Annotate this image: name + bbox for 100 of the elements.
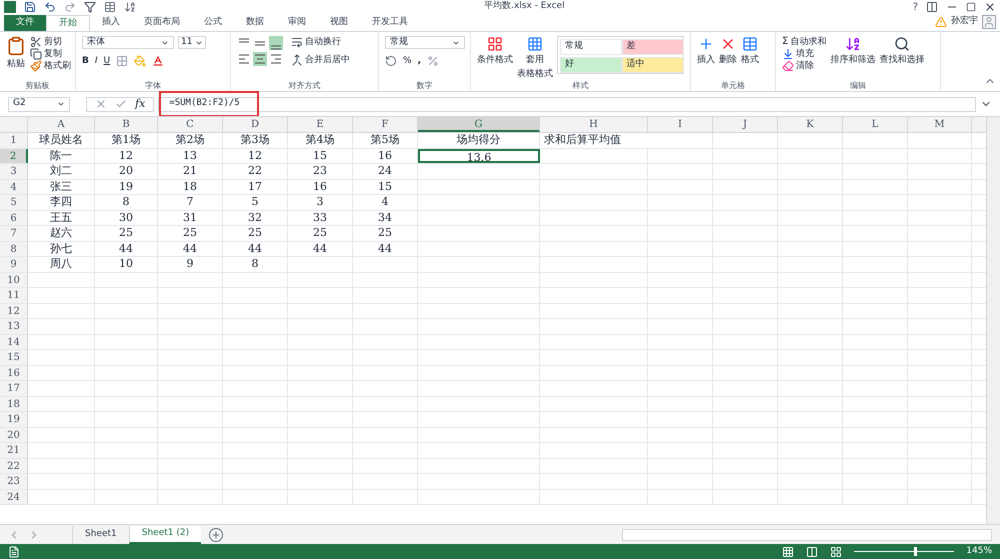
number-format-field[interactable]: 常规: [385, 36, 465, 49]
align-right-button[interactable]: [269, 52, 283, 66]
sort-filter-button[interactable]: 排序和筛选: [830, 36, 876, 66]
table-cell: 25: [353, 226, 418, 240]
delete-button[interactable]: 删除: [719, 36, 737, 66]
align-left-button[interactable]: [237, 52, 251, 66]
row-header[interactable]: 18: [0, 396, 28, 411]
row-header[interactable]: 10: [0, 272, 28, 287]
row-header[interactable]: 4: [0, 180, 28, 194]
zoom-slider-thumb[interactable]: [914, 547, 918, 556]
column-header[interactable]: L: [843, 117, 908, 132]
row-header[interactable]: 22: [0, 458, 28, 473]
cut-button[interactable]: 剪切: [30, 36, 71, 48]
table-cell: 陈一: [28, 148, 95, 163]
row-header[interactable]: 1: [0, 133, 28, 148]
column-header[interactable]: H: [540, 117, 648, 132]
column-header[interactable]: M: [908, 117, 972, 132]
table-cell: 25: [158, 226, 223, 240]
name-box[interactable]: G2: [8, 96, 70, 112]
format-button[interactable]: 格式: [741, 36, 759, 66]
percent-button[interactable]: %: [403, 55, 412, 67]
wrap-text-button[interactable]: 自动换行: [291, 36, 350, 48]
row-header[interactable]: 14: [0, 334, 28, 349]
bold-button[interactable]: B: [82, 55, 89, 67]
row-header[interactable]: 8: [0, 242, 28, 256]
vertical-scrollbar[interactable]: [986, 117, 1000, 524]
table-cell: 第1场: [95, 133, 158, 148]
clear-button[interactable]: 清除: [782, 60, 826, 72]
horizontal-scrollbar[interactable]: [622, 528, 992, 540]
row-header[interactable]: 24: [0, 490, 28, 504]
row-header[interactable]: 9: [0, 257, 28, 272]
find-select-button[interactable]: 查找和选择: [879, 36, 924, 66]
italic-button[interactable]: I: [94, 55, 98, 67]
table-cell: 34: [353, 210, 418, 225]
cell-style-swatch[interactable]: 差: [622, 39, 684, 55]
ribbon-tab[interactable]: 公式: [192, 15, 234, 31]
row-header[interactable]: 13: [0, 319, 28, 334]
table-cell: 25: [95, 226, 158, 240]
column-header[interactable]: G: [418, 117, 540, 132]
align-center-button[interactable]: [253, 52, 267, 66]
cell-style-swatch[interactable]: 好: [560, 57, 622, 73]
align-bottom-button[interactable]: [269, 36, 283, 50]
column-header[interactable]: B: [95, 117, 158, 132]
row-header[interactable]: 2: [0, 148, 28, 163]
font-size-field[interactable]: 11: [178, 36, 206, 49]
table-cell: 25: [223, 226, 288, 240]
conditional-format-button[interactable]: 条件格式: [477, 36, 513, 66]
ribbon-tab[interactable]: 插入: [90, 15, 132, 31]
row-header[interactable]: 21: [0, 443, 28, 458]
ribbon-tab[interactable]: 开始: [46, 15, 90, 31]
column-header[interactable]: K: [778, 117, 843, 132]
table-cell: 8: [223, 257, 288, 272]
file-tab[interactable]: 文件: [4, 15, 46, 31]
insert-function-button[interactable]: fx: [135, 96, 146, 112]
copy-button[interactable]: 复制: [30, 48, 71, 60]
column-header[interactable]: C: [158, 117, 223, 132]
column-header[interactable]: D: [223, 117, 288, 132]
add-sheet-icon[interactable]: [209, 528, 224, 542]
underline-button[interactable]: U: [104, 55, 110, 67]
table-cell: 23: [288, 164, 353, 178]
ribbon-tab[interactable]: 视图: [318, 15, 360, 31]
row-header[interactable]: 16: [0, 366, 28, 380]
font-name-field[interactable]: 宋体: [82, 36, 174, 49]
sheet-tab[interactable]: Sheet1 (2): [128, 526, 202, 544]
ribbon-tab[interactable]: 开发工具: [360, 15, 420, 31]
format-table-button[interactable]: 套用 表格格式: [517, 36, 553, 80]
row-header[interactable]: 5: [0, 195, 28, 210]
ribbon-tab[interactable]: 页面布局: [132, 15, 192, 31]
column-header[interactable]: J: [713, 117, 778, 132]
table-cell: 孙七: [28, 242, 95, 256]
format-painter-button[interactable]: 格式刷: [30, 60, 71, 72]
help-button[interactable]: ?: [912, 0, 918, 14]
row-header[interactable]: 15: [0, 350, 28, 364]
fill-button[interactable]: 填充: [782, 48, 826, 60]
row-header[interactable]: 3: [0, 164, 28, 178]
row-header[interactable]: 7: [0, 226, 28, 240]
user-name[interactable]: 孙宏宇: [951, 15, 978, 29]
row-header[interactable]: 11: [0, 288, 28, 302]
ribbon-tab[interactable]: 审阅: [276, 15, 318, 31]
row-header[interactable]: 23: [0, 474, 28, 488]
cell-style-swatch[interactable]: 常规: [560, 39, 622, 55]
row-header[interactable]: 6: [0, 210, 28, 225]
table-cell: 第4场: [288, 133, 353, 148]
autosum-button[interactable]: Σ 自动求和: [782, 36, 826, 48]
paste-button[interactable]: 粘贴: [6, 36, 26, 70]
group-label: 编辑: [849, 80, 867, 91]
row-header[interactable]: 19: [0, 412, 28, 426]
column-header[interactable]: E: [288, 117, 353, 132]
column-header[interactable]: A: [28, 117, 95, 132]
row-header[interactable]: 17: [0, 381, 28, 396]
row-header[interactable]: 20: [0, 428, 28, 442]
ribbon-tab[interactable]: 数据: [234, 15, 276, 31]
zoom-level[interactable]: 145%: [966, 544, 992, 558]
insert-button[interactable]: 插入: [697, 36, 715, 66]
table-cell: 16: [288, 180, 353, 194]
row-header[interactable]: 12: [0, 304, 28, 318]
merge-center-button[interactable]: 合并后居中: [291, 54, 350, 66]
cell-style-swatch[interactable]: 适中: [622, 57, 684, 73]
comma-button[interactable]: ,: [418, 55, 421, 67]
column-header[interactable]: I: [648, 117, 713, 132]
